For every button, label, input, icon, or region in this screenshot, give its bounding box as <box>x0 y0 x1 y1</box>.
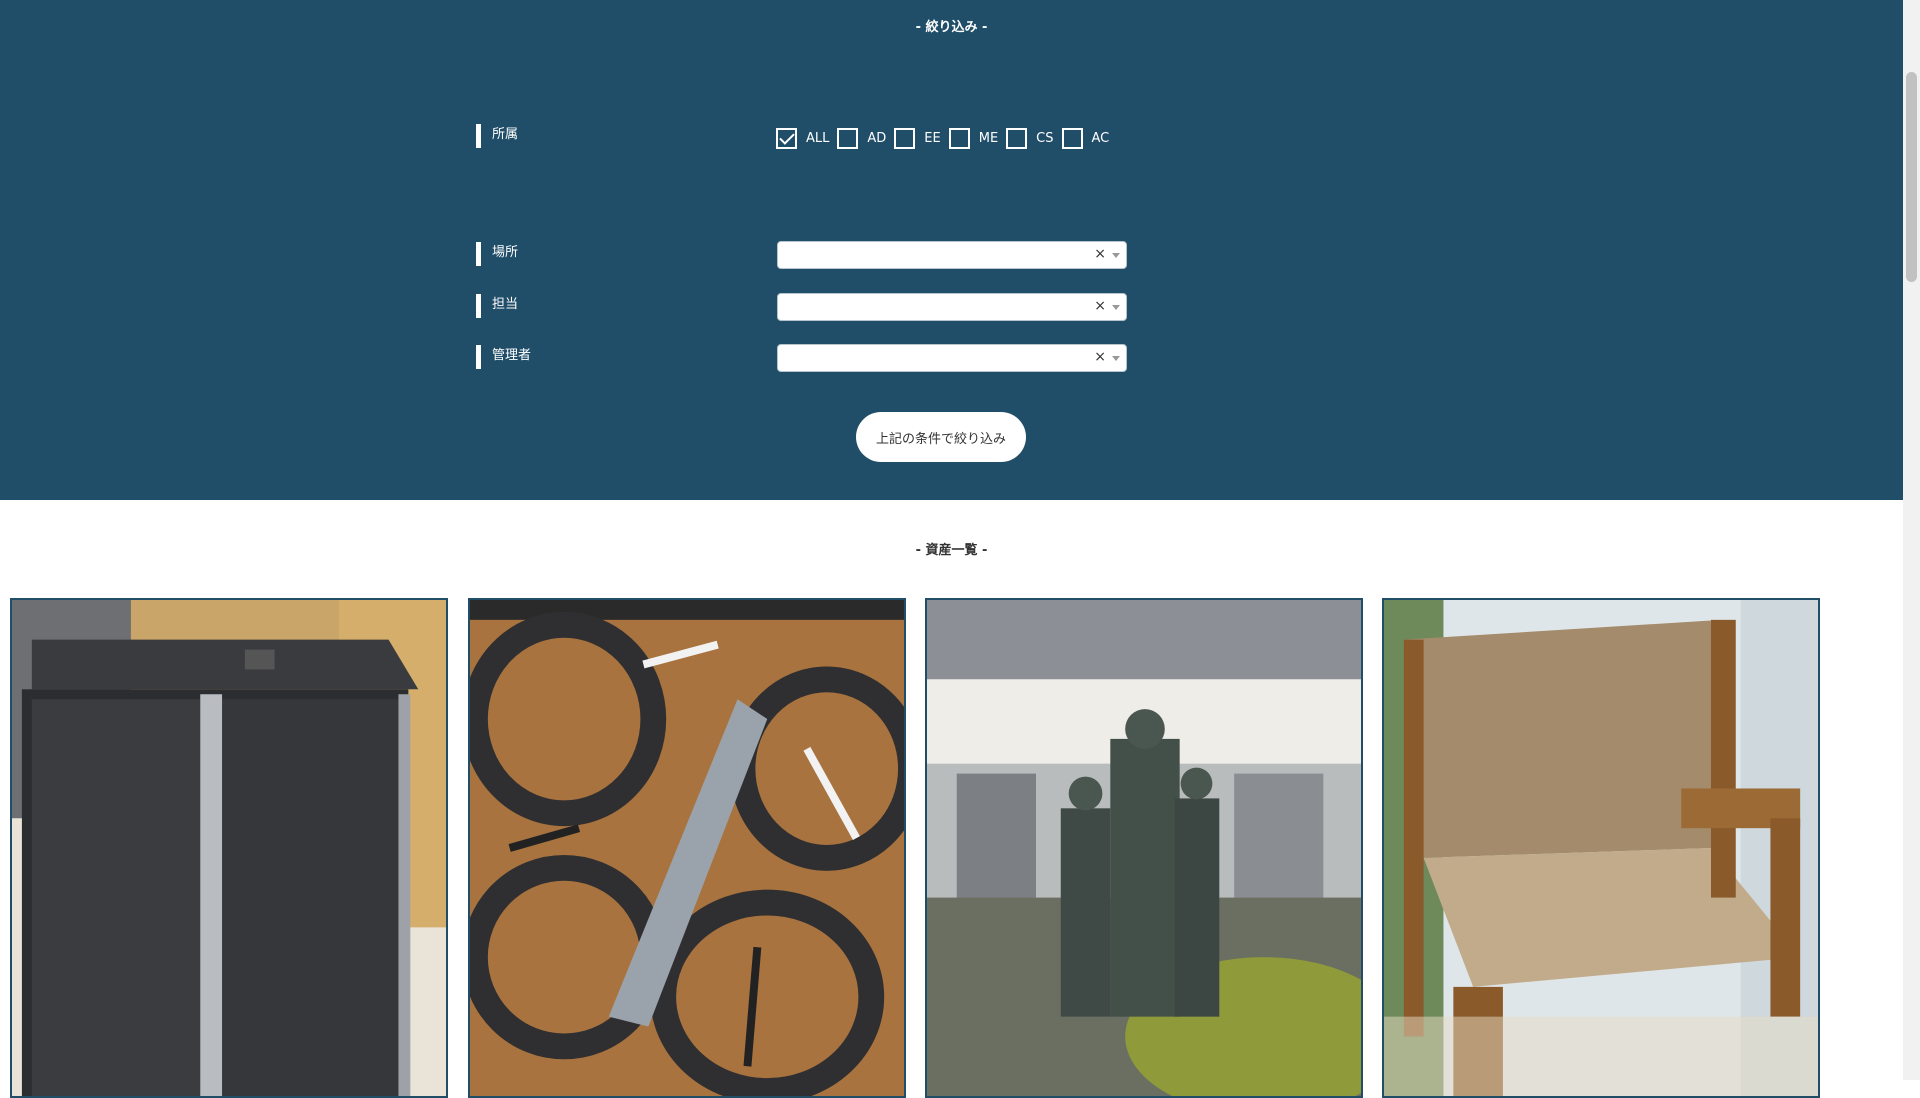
server-rack-image <box>12 600 446 1096</box>
filter-title: - 絞り込み - <box>915 20 988 35</box>
affiliation-label: 所属 <box>476 124 518 148</box>
asset-card-drone[interactable] <box>468 598 906 1098</box>
drone-image <box>470 600 904 1096</box>
location-clear-icon[interactable]: × <box>1094 246 1106 262</box>
manager-clear-icon[interactable]: × <box>1094 349 1106 365</box>
manager-label: 管理者 <box>476 345 531 369</box>
checkbox-cs[interactable]: CS <box>1006 127 1054 149</box>
checkbox-cs-box[interactable] <box>1006 127 1028 149</box>
asset-card-chair[interactable] <box>1382 598 1820 1098</box>
scrollbar-thumb[interactable] <box>1906 72 1917 282</box>
checkbox-ee[interactable]: EE <box>894 127 941 149</box>
person-in-charge-clear-icon[interactable]: × <box>1094 298 1106 314</box>
chair-image <box>1384 600 1818 1096</box>
filter-panel: - 絞り込み - 所属 ALL AD EE ME CS AC 場所 × 担当 ×… <box>0 0 1903 500</box>
asset-list-title: - 資産一覧 - <box>915 543 988 558</box>
checkbox-ad[interactable]: AD <box>837 127 887 149</box>
checkbox-me-box[interactable] <box>948 127 970 149</box>
checkbox-ad-label: AD <box>867 130 887 146</box>
asset-card-statue[interactable] <box>925 598 1363 1098</box>
checkbox-cs-label: CS <box>1036 130 1054 146</box>
manager-select[interactable]: × <box>777 344 1127 372</box>
checkbox-ac-box[interactable] <box>1061 127 1083 149</box>
checkbox-ac-label: AC <box>1091 130 1110 146</box>
affiliation-checkbox-group: ALL AD EE ME CS AC <box>776 126 1117 150</box>
filter-submit-button[interactable]: 上記の条件で絞り込み <box>856 412 1026 462</box>
checkbox-all-label: ALL <box>806 130 830 146</box>
checkbox-ee-box[interactable] <box>894 127 916 149</box>
checkbox-all-box[interactable] <box>776 127 797 149</box>
person-in-charge-select[interactable]: × <box>777 293 1127 321</box>
checkbox-me-label: ME <box>978 130 999 146</box>
location-select[interactable]: × <box>777 241 1127 269</box>
page-scrollbar[interactable] <box>1903 0 1920 1080</box>
location-label: 場所 <box>476 242 518 266</box>
asset-card-server-rack[interactable] <box>10 598 448 1098</box>
statue-image <box>927 600 1361 1096</box>
person-in-charge-dropdown-arrow-icon[interactable] <box>1112 305 1120 310</box>
checkbox-all[interactable]: ALL <box>776 127 830 149</box>
person-in-charge-label: 担当 <box>476 294 518 318</box>
location-dropdown-arrow-icon[interactable] <box>1112 253 1120 258</box>
checkbox-ee-label: EE <box>924 130 941 146</box>
manager-dropdown-arrow-icon[interactable] <box>1112 356 1120 361</box>
checkbox-ad-box[interactable] <box>837 127 859 149</box>
checkbox-ac[interactable]: AC <box>1061 127 1110 149</box>
checkbox-me[interactable]: ME <box>948 127 999 149</box>
